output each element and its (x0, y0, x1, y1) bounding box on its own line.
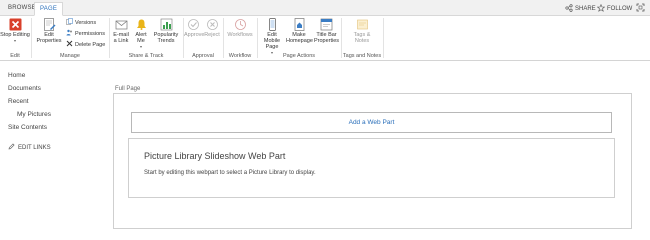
alert-me-label: Alert Me (135, 32, 147, 44)
reject-button[interactable]: Reject (203, 18, 221, 38)
edit-links-label: EDIT LINKS (18, 144, 51, 151)
ribbon-group-workflow: Workflows Workflow (224, 16, 256, 61)
versions-button[interactable]: Versions (66, 18, 96, 27)
permissions-label: Permissions (75, 30, 105, 37)
title-bar-properties-button[interactable]: Title Bar Properties (313, 18, 340, 44)
ribbon-group-edit: Stop Editing ▾ Edit (0, 16, 30, 61)
ribbon-group-share-track: E-mail a Link Alert Me ▾ Popularity Tren… (110, 16, 182, 61)
focus-on-content-button[interactable] (636, 3, 645, 14)
edit-mobile-page-label: Edit Mobile Page (263, 32, 281, 50)
bell-icon (132, 18, 150, 31)
nav-item-my-pictures[interactable]: My Pictures (17, 111, 51, 118)
edit-mobile-page-button[interactable]: Edit Mobile Page ▾ (259, 18, 285, 56)
delete-icon (66, 40, 73, 49)
web-part-zone-title: Full Page (115, 86, 141, 92)
stop-editing-button[interactable]: Stop Editing ▾ (0, 18, 30, 44)
ribbon-tab-strip: BROWSE PAGE SHARE FOLLOW (0, 0, 650, 16)
title-bar-properties-icon (313, 18, 340, 31)
group-label-share-track: Share & Track (128, 53, 164, 59)
tab-page[interactable]: PAGE (34, 2, 64, 16)
popularity-trends-button[interactable]: Popularity Trends (151, 18, 181, 44)
ribbon-group-approval: Approve Reject Approval (184, 16, 222, 61)
group-label-workflow: Workflow (228, 53, 252, 59)
web-part-description: Start by editing this webpart to select … (144, 170, 316, 176)
nav-item-recent[interactable]: Recent (8, 98, 29, 105)
approve-label: Approve (184, 32, 205, 38)
edit-properties-icon (34, 18, 64, 31)
mobile-page-icon (259, 18, 285, 31)
group-divider (383, 18, 384, 58)
workflows-icon (224, 18, 256, 31)
versions-label: Versions (75, 19, 97, 26)
alert-me-button[interactable]: Alert Me ▾ (132, 18, 150, 50)
popularity-trends-icon (151, 18, 181, 31)
nav-item-site-contents[interactable]: Site Contents (8, 124, 47, 131)
permissions-icon (66, 29, 73, 38)
tags-notes-label: Tags & Notes (353, 32, 371, 44)
share-button[interactable]: SHARE (565, 3, 596, 14)
group-label-approval: Approval (192, 53, 214, 59)
group-label-page-actions: Page Actions (282, 53, 316, 59)
popularity-trends-label: Popularity Trends (153, 32, 179, 44)
star-icon (596, 3, 606, 14)
ribbon-group-manage: Edit Properties Versions Permissions Del… (32, 16, 108, 61)
share-icon (565, 3, 573, 14)
tags-notes-icon (348, 18, 376, 31)
group-label-manage: Manage (60, 53, 80, 59)
follow-label: FOLLOW (607, 5, 633, 12)
approve-button[interactable]: Approve (184, 18, 205, 38)
permissions-button[interactable]: Permissions (66, 29, 105, 38)
nav-item-documents[interactable]: Documents (8, 85, 41, 92)
group-label-tags-notes: Tags and Notes (342, 53, 382, 59)
web-part-title: Picture Library Slideshow Web Part (144, 151, 286, 161)
title-bar-properties-label: Title Bar Properties (313, 32, 340, 44)
chevron-down-icon: ▾ (139, 44, 142, 49)
share-label: SHARE (575, 5, 596, 12)
group-label-edit: Edit (10, 53, 20, 59)
chevron-down-icon: ▾ (13, 38, 16, 43)
approve-icon (184, 18, 202, 31)
add-web-part-button[interactable]: Add a Web Part (131, 112, 612, 133)
versions-icon (66, 18, 73, 27)
delete-page-button[interactable]: Delete Page (66, 40, 105, 49)
ribbon-group-tags-notes: Tags & Notes Tags and Notes (342, 16, 382, 61)
homepage-icon (286, 18, 312, 31)
picture-slideshow-web-part[interactable] (128, 138, 615, 198)
reject-icon (203, 18, 221, 31)
focus-icon (636, 3, 645, 14)
ribbon: Stop Editing ▾ Edit Edit Properties Vers… (0, 16, 650, 61)
pencil-icon (8, 143, 15, 152)
email-icon (111, 18, 131, 31)
edit-links-button[interactable]: EDIT LINKS (8, 143, 51, 152)
follow-button[interactable]: FOLLOW (596, 3, 633, 14)
make-homepage-label: Make Homepage (286, 32, 313, 44)
delete-page-label: Delete Page (75, 41, 106, 48)
email-link-button[interactable]: E-mail a Link (111, 18, 131, 44)
ribbon-group-page-actions: Edit Mobile Page ▾ Make Homepage Title B… (258, 16, 340, 61)
edit-properties-button[interactable]: Edit Properties (34, 18, 64, 44)
workflows-button[interactable]: Workflows (224, 18, 256, 38)
stop-editing-icon (0, 18, 30, 31)
tags-notes-button[interactable]: Tags & Notes (348, 18, 376, 44)
make-homepage-button[interactable]: Make Homepage (286, 18, 313, 44)
edit-properties-label: Edit Properties (36, 32, 62, 44)
reject-label: Reject (204, 32, 220, 38)
workflows-label: Workflows (227, 32, 253, 38)
email-link-label: E-mail a Link (113, 32, 129, 44)
nav-item-home[interactable]: Home (8, 72, 25, 79)
